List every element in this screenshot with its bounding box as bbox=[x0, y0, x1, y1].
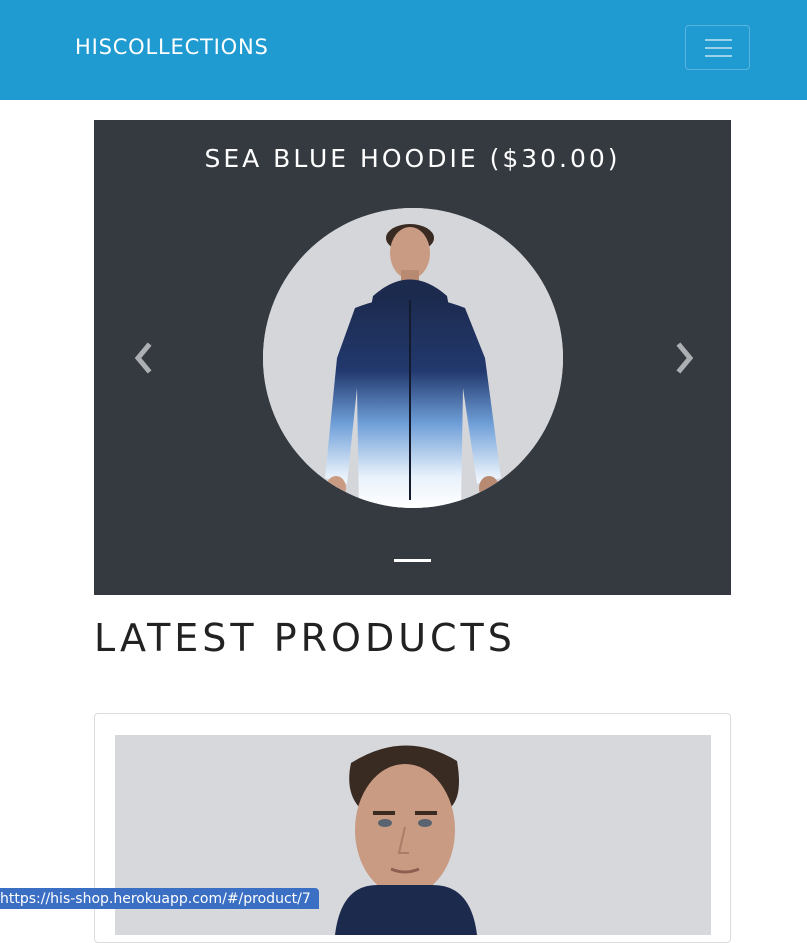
navbar: HISCOLLECTIONS bbox=[0, 0, 807, 100]
product-carousel: SEA BLUE HOODIE ($30.00) bbox=[94, 120, 731, 595]
hamburger-menu-icon bbox=[705, 37, 732, 59]
status-bar-url: https://his-shop.herokuapp.com/#/product… bbox=[0, 888, 319, 909]
carousel-product-image[interactable] bbox=[263, 208, 563, 508]
carousel-caption: SEA BLUE HOODIE ($30.00) bbox=[204, 144, 621, 173]
carousel-next-button[interactable] bbox=[664, 330, 704, 386]
chevron-right-icon bbox=[664, 342, 704, 390]
carousel-indicator-active[interactable] bbox=[394, 559, 431, 562]
chevron-left-icon bbox=[124, 342, 164, 390]
page-title: LATEST PRODUCTS bbox=[94, 616, 516, 660]
navbar-toggle-button[interactable] bbox=[685, 25, 750, 70]
carousel-prev-button[interactable] bbox=[124, 330, 164, 386]
brand-link[interactable]: HISCOLLECTIONS bbox=[75, 33, 269, 61]
